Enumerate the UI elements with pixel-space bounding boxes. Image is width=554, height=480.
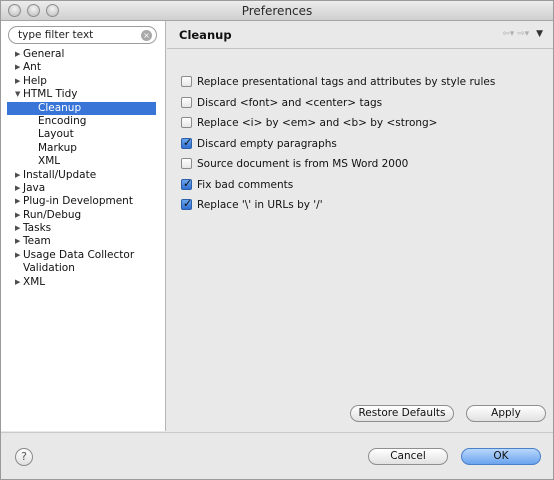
option-label[interactable]: Discard <font> and <center> tags [197,96,382,110]
option-label[interactable]: Replace <i> by <em> and <b> by <strong> [197,116,437,130]
filter-search-text: type filter text [18,29,94,41]
title-bar: Preferences [1,1,553,21]
tree-item-label: HTML Tidy [23,88,78,101]
disclosure-collapsed-icon[interactable]: ▶ [15,195,20,208]
option-label[interactable]: Source document is from MS Word 2000 [197,157,408,171]
window-title: Preferences [241,4,313,18]
disclosure-collapsed-icon[interactable]: ▶ [15,182,20,195]
preferences-window: Preferences type filter text × ▶ General ▶… [0,0,554,480]
tree-item-label: Encoding [38,114,87,127]
option-checkbox[interactable] [181,177,192,191]
tree-item-label: Run/Debug [23,208,82,221]
tree-item[interactable]: Layout [1,128,165,141]
disclosure-collapsed-icon[interactable]: ▶ [15,61,20,74]
option-label[interactable]: Replace presentational tags and attribut… [197,75,495,89]
page-title: Cleanup [179,28,232,42]
dialog-footer: ? Cancel OK [1,432,553,479]
disclosure-collapsed-icon[interactable]: ▶ [15,249,20,262]
tree-item[interactable]: ▶ Help [1,75,165,88]
option-label[interactable]: Fix bad comments [197,178,293,192]
tree-item[interactable]: ▶ Java [1,182,165,195]
disclosure-collapsed-icon[interactable]: ▶ [15,209,20,222]
preference-tree: ▶ General ▶ Ant ▶ Help ▼ HTML Tidy Cleanup Encodi… [1,48,165,289]
option-label[interactable]: Replace '\' in URLs by '/' [197,198,323,212]
page-header: Cleanup ⇦▾ ⇨▾ ▼ [167,21,553,49]
option-checkbox[interactable] [181,136,192,150]
back-icon[interactable]: ⇦▾ [502,29,514,39]
disclosure-collapsed-icon[interactable]: ▶ [15,222,20,235]
tree-item[interactable]: Encoding [1,115,165,128]
tree-item-label: Team [23,235,51,248]
tree-item[interactable]: ▶ Tasks [1,222,165,235]
tree-item-label: Help [23,74,47,87]
preferences-sidebar: type filter text × ▶ General ▶ Ant ▶ Help ▼ HTM… [1,21,166,431]
tree-item-label: XML [23,275,46,288]
option-checkbox[interactable] [181,197,192,211]
restore-defaults-button[interactable]: Restore Defaults [350,405,454,422]
tree-item-label: Plug-in Development [23,195,133,208]
ok-button[interactable]: OK [461,448,541,465]
cancel-button[interactable]: Cancel [368,448,448,465]
option-checkbox[interactable] [181,97,192,108]
disclosure-collapsed-icon[interactable]: ▶ [15,276,20,289]
tree-item[interactable]: ▶ Run/Debug [1,209,165,222]
tree-item[interactable]: ▶ Usage Data Collector [1,249,165,262]
tree-item[interactable]: ▶ XML [1,276,165,289]
tree-item-label: General [23,48,65,60]
tree-item[interactable]: ▼ HTML Tidy [1,88,165,101]
tree-item-label: Cleanup [38,101,82,114]
tree-item-label: Usage Data Collector [23,248,135,261]
tree-item-label: Install/Update [23,168,97,181]
tree-item[interactable]: ▶ Plug-in Development [1,195,165,208]
disclosure-collapsed-icon[interactable]: ▶ [15,169,20,182]
tree-item-label: Tasks [23,222,52,235]
disclosure-collapsed-icon[interactable]: ▶ [15,235,20,248]
disclosure-expanded-icon[interactable]: ▼ [15,88,20,101]
disclosure-collapsed-icon[interactable]: ▶ [15,48,20,61]
option-checkbox[interactable] [181,117,192,128]
tree-item[interactable]: Cleanup [7,101,156,115]
tree-item[interactable]: ▶ Ant [1,61,165,74]
option-checkbox[interactable] [181,76,192,87]
tree-item[interactable]: ▶ Team [1,235,165,248]
view-menu-icon[interactable]: ▼ [536,29,543,39]
disclosure-collapsed-icon[interactable]: ▶ [15,75,20,88]
tree-item-label: Layout [38,128,74,141]
tree-item-label: Validation [23,262,75,275]
filter-search-field[interactable]: type filter text × [8,26,157,44]
option-label[interactable]: Discard empty paragraphs [197,137,337,151]
clear-search-icon[interactable]: × [141,30,152,41]
apply-button[interactable]: Apply [466,405,546,422]
tree-item-label: Markup [38,141,77,154]
page-nav: ⇦▾ ⇨▾ ▼ [502,29,543,39]
tree-item-label: Ant [23,61,41,74]
tree-item[interactable]: Validation [1,262,165,275]
tree-item-label: Java [23,181,46,194]
preference-page: Cleanup ⇦▾ ⇨▾ ▼ Replace presentational t… [167,21,553,431]
tree-item[interactable]: Markup [1,142,165,155]
tree-item[interactable]: ▶ Install/Update [1,169,165,182]
tree-item-label: XML [38,155,61,168]
option-checkbox[interactable] [181,158,192,169]
tree-item[interactable]: XML [1,155,165,168]
tree-item[interactable]: ▶ General [1,48,165,61]
forward-icon[interactable]: ⇨▾ [517,29,529,39]
help-icon[interactable]: ? [15,448,33,466]
